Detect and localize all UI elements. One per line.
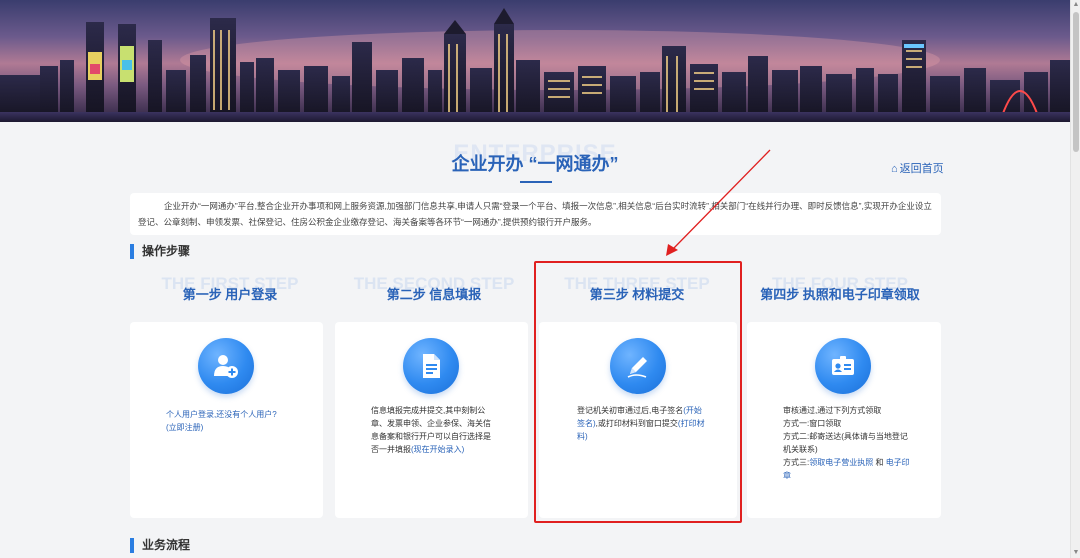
step-4-line-4: 方式三:	[783, 458, 810, 467]
and-text: 和	[873, 458, 886, 467]
personal-login-link[interactable]: 个人用户登录,还没有个人用户?	[166, 410, 277, 419]
title-underline	[520, 181, 552, 183]
e-license-link[interactable]: 领取电子营业执照	[809, 458, 873, 467]
step-card-license: 审核通过,通过下列方式领取 方式一:窗口领取 方式二:邮寄送达(具体请与当地登记…	[747, 322, 941, 518]
step-4-line-1: 审核通过,通过下列方式领取	[783, 406, 882, 415]
page-scrollbar[interactable]: ▲ ▼	[1070, 0, 1080, 558]
section-title-process: 业务流程	[130, 538, 190, 553]
scroll-down-icon[interactable]: ▼	[1072, 549, 1080, 557]
step-title: 第三步 材料提交	[589, 287, 685, 302]
home-icon: ⌂	[891, 163, 898, 175]
scroll-up-icon[interactable]: ▲	[1072, 1, 1080, 9]
step-card-info: 信息填报完成并提交,其中刻制公章、发票申领、企业参保、海关信息备案和银行开户可以…	[335, 322, 528, 518]
step-3-desc: 登记机关初审通过后,电子签名	[577, 406, 684, 415]
step-2-text: 信息填报完成并提交,其中刻制公章、发票申领、企业参保、海关信息备案和银行开户可以…	[371, 404, 491, 456]
document-icon	[403, 338, 459, 394]
step-4-line-2: 方式一:窗口领取	[783, 419, 842, 428]
city-banner	[0, 0, 1070, 122]
step-card-submit: 登记机关初审通过后,电子签名(开始签名),或打印材料到窗口提交(打印材料)	[539, 322, 737, 518]
step-3-text: 登记机关初审通过后,电子签名(开始签名),或打印材料到窗口提交(打印材料)	[577, 404, 705, 443]
city-skyline-image	[0, 8, 1070, 122]
step-title: 第四步 执照和电子印章领取	[760, 287, 920, 302]
step-3-desc-mid: ,或打印材料到窗口提交	[595, 419, 678, 428]
user-add-icon	[198, 338, 254, 394]
step-title: 第二步 信息填报	[386, 287, 482, 302]
step-title: 第一步 用户登录	[182, 287, 278, 302]
step-1-text: 个人用户登录,还没有个人用户? (立即注册)	[166, 408, 306, 434]
intro-text: 企业开办“一网通办”平台,整合企业开办事项和网上服务资源,加强部门信息共享,申请…	[130, 193, 941, 235]
step-4-text: 审核通过,通过下列方式领取 方式一:窗口领取 方式二:邮寄送达(具体请与当地登记…	[783, 404, 913, 482]
back-home-link[interactable]: ⌂ 返回首页	[891, 160, 944, 176]
start-entry-link[interactable]: (现在开始录入)	[411, 445, 464, 454]
back-home-label: 返回首页	[899, 163, 944, 175]
register-link[interactable]: (立即注册)	[166, 423, 203, 432]
step-card-login: 个人用户登录,还没有个人用户? (立即注册)	[130, 322, 323, 518]
id-card-icon	[815, 338, 871, 394]
section-title-steps: 操作步骤	[130, 244, 190, 259]
step-4-line-3: 方式二:邮寄送达(具体请与当地登记机关联系)	[783, 432, 908, 454]
scroll-thumb[interactable]	[1073, 12, 1079, 152]
pen-icon	[610, 338, 666, 394]
